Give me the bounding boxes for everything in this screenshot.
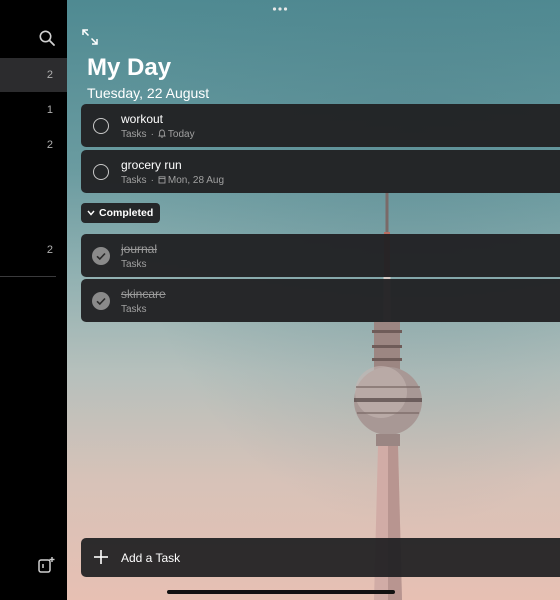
- task-meta: Tasks · Mon, 28 Aug: [121, 175, 224, 186]
- complete-checkbox[interactable]: [93, 164, 109, 180]
- expand-icon[interactable]: [81, 28, 99, 46]
- meta-separator: ·: [150, 175, 154, 186]
- search-icon[interactable]: [38, 29, 56, 47]
- task-item[interactable]: grocery run Tasks · Mon, 28 Aug: [81, 150, 560, 193]
- task-title: journal: [121, 242, 158, 256]
- task-due: Mon, 28 Aug: [167, 175, 225, 186]
- checkmark-icon[interactable]: [92, 247, 110, 265]
- task-list-name: Tasks: [121, 129, 147, 140]
- bell-icon: [158, 129, 166, 138]
- page-title: My Day: [87, 54, 172, 81]
- add-task-input[interactable]: Add a Task: [81, 538, 560, 577]
- calendar-icon: [158, 176, 166, 184]
- task-meta: Tasks · Today: [121, 129, 195, 140]
- chevron-down-icon: [87, 210, 95, 216]
- drag-handle-icon[interactable]: [272, 6, 288, 12]
- meta-separator: ·: [150, 129, 154, 140]
- sidebar-item-count: 2: [46, 244, 53, 256]
- new-list-icon[interactable]: [37, 556, 55, 574]
- task-title: grocery run: [121, 158, 182, 172]
- task-title: workout: [121, 112, 164, 126]
- plus-icon: [94, 550, 108, 564]
- completed-label: Completed: [99, 207, 154, 219]
- sidebar-item-tasks[interactable]: 2: [0, 233, 67, 267]
- checkmark-icon[interactable]: [92, 292, 110, 310]
- task-list-name: Tasks: [121, 304, 147, 315]
- page-date: Tuesday, 22 August: [87, 85, 210, 101]
- task-due: Today: [167, 129, 195, 140]
- sidebar-item-important[interactable]: 1: [0, 93, 67, 127]
- sidebar-item-planned[interactable]: 2: [0, 128, 67, 162]
- sidebar-item-count: 1: [46, 104, 53, 116]
- sidebar: 2 1 2 2: [0, 0, 67, 600]
- add-task-label: Add a Task: [121, 551, 181, 565]
- completed-task-item[interactable]: skincare Tasks: [81, 279, 560, 322]
- main-panel: My Day Tuesday, 22 August workout Tasks ·…: [67, 0, 560, 600]
- task-list-name: Tasks: [121, 175, 147, 186]
- home-indicator: [167, 590, 395, 594]
- sidebar-divider: [0, 276, 56, 277]
- sidebar-item-count: 2: [46, 139, 53, 151]
- completed-task-item[interactable]: journal Tasks: [81, 234, 560, 277]
- completed-section-toggle[interactable]: Completed: [81, 203, 161, 223]
- sidebar-item-count: 2: [46, 69, 53, 81]
- complete-checkbox[interactable]: [93, 118, 109, 134]
- task-item[interactable]: workout Tasks · Today: [81, 104, 560, 147]
- task-list-name: Tasks: [121, 259, 147, 270]
- sidebar-item-my-day[interactable]: 2: [0, 58, 67, 92]
- task-title: skincare: [121, 287, 166, 301]
